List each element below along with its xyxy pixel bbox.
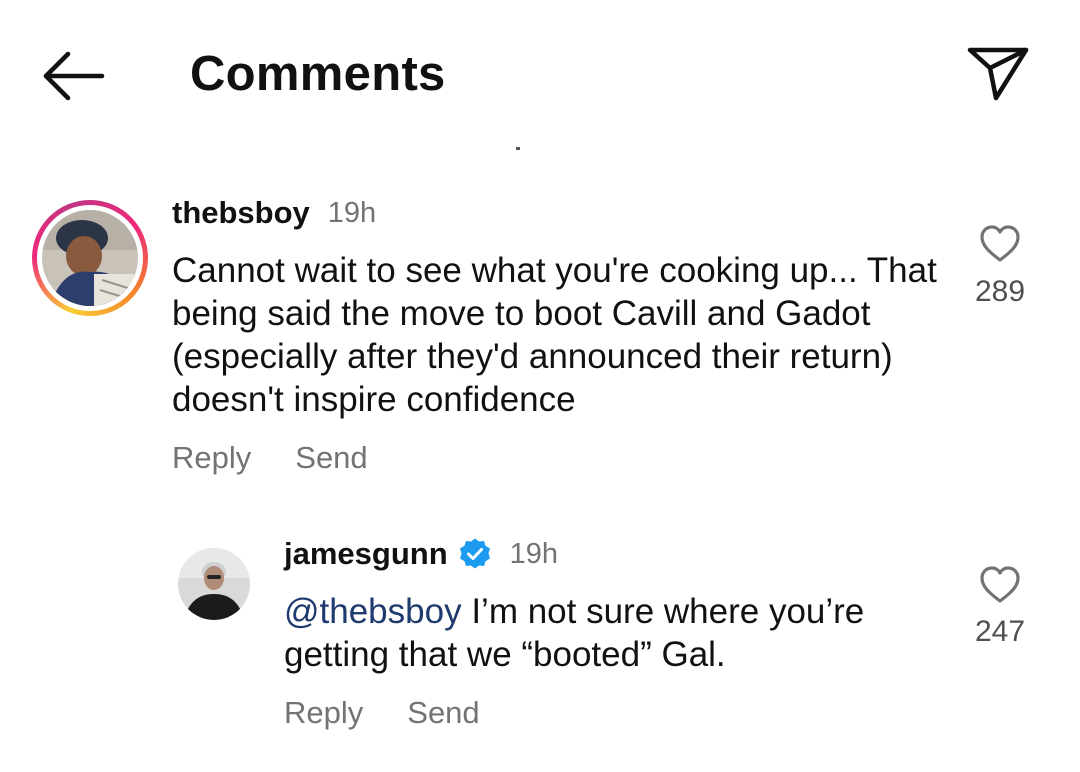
- comment-username[interactable]: jamesgunn: [284, 536, 448, 572]
- mention-link[interactable]: @thebsboy: [284, 592, 462, 631]
- scroll-indicator: [516, 147, 520, 150]
- avatar: [42, 210, 138, 306]
- comment-text: Cannot wait to see what you're cooking u…: [172, 249, 942, 421]
- comment-time: 19h: [327, 196, 377, 229]
- comment-time: 19h: [509, 537, 559, 570]
- like-count: 247: [974, 615, 1026, 648]
- page-title: Comments: [190, 47, 446, 101]
- like-button[interactable]: [978, 224, 1022, 264]
- avatar-photo: [178, 548, 250, 620]
- avatar[interactable]: [178, 548, 250, 620]
- avatar-photo: [42, 210, 138, 306]
- reply-button[interactable]: Reply: [284, 695, 363, 731]
- back-button[interactable]: [40, 48, 108, 104]
- comment-text: @thebsboy I’m not sure where you’re gett…: [284, 590, 924, 676]
- send-button[interactable]: Send: [295, 440, 367, 476]
- arrow-left-icon: [43, 51, 105, 101]
- paper-plane-icon: [967, 47, 1029, 101]
- heart-icon: [980, 566, 1020, 603]
- send-button[interactable]: Send: [407, 695, 479, 731]
- verified-badge-icon: [458, 537, 492, 571]
- like-count: 289: [974, 275, 1026, 308]
- heart-icon: [980, 225, 1020, 262]
- story-ring[interactable]: [32, 200, 148, 316]
- share-button[interactable]: [962, 42, 1034, 104]
- comment-username[interactable]: thebsboy: [172, 195, 310, 231]
- reply-button[interactable]: Reply: [172, 440, 251, 476]
- like-button[interactable]: [978, 565, 1022, 605]
- comment-body: Cannot wait to see what you're cooking u…: [172, 251, 937, 419]
